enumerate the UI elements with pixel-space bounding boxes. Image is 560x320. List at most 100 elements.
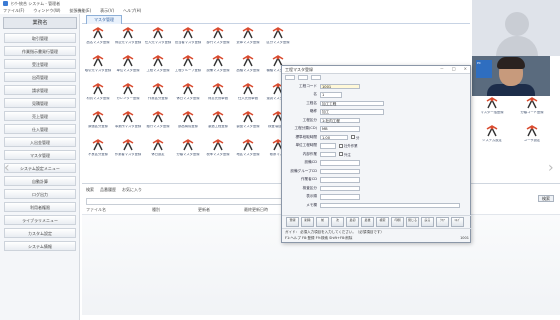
- sidebar-item[interactable]: 入出金管理: [4, 137, 76, 147]
- sidebar-item[interactable]: 請求管理: [4, 85, 76, 95]
- sidebar-item[interactable]: ライブラリメニュー: [4, 215, 76, 225]
- sidebar-item[interactable]: カスタム設定: [4, 228, 76, 238]
- function-icon-button[interactable]: 仕入先別単価: [232, 82, 264, 108]
- menu-help[interactable]: ヘルプ(H): [123, 8, 141, 14]
- checkbox[interactable]: [339, 152, 343, 157]
- sidebar-item[interactable]: 売上管理: [4, 111, 76, 121]
- function-icon-button[interactable]: ユーザ設定: [516, 124, 548, 150]
- function-icon-button[interactable]: 作業者マスタ登録: [112, 138, 144, 164]
- field-input[interactable]: [320, 168, 360, 174]
- function-icon-button[interactable]: 地区マスタ登録: [232, 138, 264, 164]
- menu-file[interactable]: ファイル(F): [3, 8, 24, 14]
- field-input[interactable]: 1.00: [320, 134, 348, 140]
- function-icon-button[interactable]: 部門マスタ登録: [202, 26, 234, 52]
- function-icon-button[interactable]: 税率マスタ登録: [202, 138, 234, 164]
- function-icon-button[interactable]: 単位マスタ登録: [112, 54, 144, 80]
- toolbar-button[interactable]: [311, 75, 321, 80]
- function-key-button[interactable]: 戻る: [421, 216, 434, 227]
- function-icon-button[interactable]: 製造工程登録: [202, 110, 234, 136]
- field-input[interactable]: 加工: [320, 109, 384, 115]
- checkbox[interactable]: [351, 135, 355, 140]
- function-icon-button[interactable]: 設備マスタ登録: [202, 54, 234, 80]
- menu-extensions[interactable]: 拡張機能(E): [70, 8, 92, 14]
- scroll-left-arrow-icon[interactable]: ‹: [4, 161, 16, 177]
- tab-master[interactable]: マスタ管理: [86, 15, 122, 24]
- menu-view[interactable]: 表示(V): [100, 8, 114, 14]
- sidebar-item[interactable]: 作業指示書発行管理: [4, 46, 76, 56]
- field-input[interactable]: [320, 177, 360, 183]
- function-icon-button[interactable]: 作業区分登録: [142, 82, 174, 108]
- field-input[interactable]: [320, 194, 360, 200]
- sidebar-item[interactable]: マスタ管理: [4, 150, 76, 160]
- sidebar-item[interactable]: 見積管理: [4, 98, 76, 108]
- function-icon-button[interactable]: 仕入先マスタ登録: [142, 26, 174, 52]
- function-icon-button[interactable]: システム設定: [476, 124, 508, 150]
- function-key-button[interactable]: 印刷: [391, 216, 404, 227]
- function-key-button[interactable]: 前: [316, 216, 329, 227]
- field-input[interactable]: [320, 160, 360, 166]
- function-icon-button[interactable]: 製品マスタ登録: [232, 110, 264, 136]
- function-icon-button[interactable]: 品種マスタ登録: [232, 54, 264, 80]
- close-icon[interactable]: ×: [464, 66, 467, 72]
- function-key-button[interactable]: ｸﾘｱ: [436, 216, 449, 227]
- sidebar-item[interactable]: 受注管理: [4, 59, 76, 69]
- function-icon-button[interactable]: マスタ一括登録: [476, 96, 508, 122]
- toolbar-button[interactable]: [285, 75, 295, 80]
- sidebar-item[interactable]: 仕入管理: [4, 124, 76, 134]
- sidebar-item[interactable]: 自動計算: [4, 176, 76, 186]
- function-icon-button[interactable]: 休日マスタ登録: [172, 82, 204, 108]
- checkbox[interactable]: [339, 143, 343, 148]
- field-input[interactable]: [320, 185, 360, 191]
- sidebar-item[interactable]: システム情報: [4, 241, 76, 251]
- tab-favorites[interactable]: お気に入り: [122, 187, 142, 193]
- field-input[interactable]: MB: [320, 126, 360, 132]
- minimize-icon[interactable]: －: [440, 66, 444, 72]
- search-button[interactable]: 検索: [538, 195, 554, 202]
- field-input[interactable]: 加工工程: [320, 100, 384, 106]
- function-icon-button[interactable]: 倉庫マスタ登録: [232, 26, 264, 52]
- menu-window[interactable]: ウィンドウ(W): [33, 8, 60, 14]
- sidebar-item[interactable]: ログ出力: [4, 189, 76, 199]
- field-option[interactable]: 外注: [339, 152, 351, 157]
- toolbar-button[interactable]: [298, 75, 308, 80]
- function-icon-button[interactable]: 取引先マスタ登録: [82, 54, 114, 80]
- field-input[interactable]: 1001: [320, 83, 360, 89]
- function-icon-button[interactable]: 品名マスタ登録: [82, 26, 114, 52]
- function-key-button[interactable]: 削除: [301, 216, 314, 227]
- sidebar-item[interactable]: 利用者権限: [4, 202, 76, 212]
- function-icon-button[interactable]: 担当者マスタ登録: [172, 26, 204, 52]
- function-icon-button[interactable]: 工程マスタ登録: [142, 54, 174, 80]
- function-icon-button[interactable]: 分類コード登録: [516, 96, 548, 122]
- function-icon-button[interactable]: 休日設定: [142, 138, 174, 164]
- function-icon-button[interactable]: 事業所マスタ登録: [112, 110, 144, 136]
- sidebar-item[interactable]: 取引管理: [4, 33, 76, 43]
- field-option[interactable]: 分: [351, 135, 359, 140]
- field-input[interactable]: [320, 151, 336, 157]
- function-key-button[interactable]: 最後: [361, 216, 374, 227]
- function-icon-button[interactable]: 原価区分登録: [82, 110, 114, 136]
- function-icon-button[interactable]: カレンダー登録: [112, 82, 144, 108]
- tab-history[interactable]: 品番履歴: [100, 187, 116, 193]
- function-icon-button[interactable]: 工程グループ登録: [172, 54, 204, 80]
- tab-search[interactable]: 検索: [86, 187, 94, 193]
- function-key-button[interactable]: 次: [331, 216, 344, 227]
- function-icon-button[interactable]: 部品構成登録: [172, 110, 204, 136]
- function-icon-button[interactable]: 得意先マスタ登録: [112, 26, 144, 52]
- function-icon-button[interactable]: 銀行マスタ登録: [142, 110, 174, 136]
- function-icon-button[interactable]: 不良区分登録: [82, 138, 114, 164]
- field-input[interactable]: [320, 202, 460, 208]
- field-input[interactable]: 1:社内工程: [320, 117, 360, 123]
- function-icon-button[interactable]: 分類マスタ登録: [172, 138, 204, 164]
- sidebar-item[interactable]: 出荷管理: [4, 72, 76, 82]
- field-input[interactable]: [320, 143, 336, 149]
- field-option[interactable]: 社外作業: [339, 143, 358, 148]
- function-icon-button[interactable]: 区分マスタ登録: [262, 26, 294, 52]
- function-key-button[interactable]: 閉じる: [406, 216, 419, 227]
- function-icon-button[interactable]: 得意先別単価: [202, 82, 234, 108]
- field-input[interactable]: 1: [320, 92, 342, 98]
- maximize-icon[interactable]: □: [452, 66, 456, 72]
- function-key-button[interactable]: 登録: [286, 216, 299, 227]
- function-key-button[interactable]: ﾍﾙﾌﾟ: [451, 216, 464, 227]
- function-icon-button[interactable]: 材質マスタ登録: [82, 82, 114, 108]
- function-key-button[interactable]: 検索: [376, 216, 389, 227]
